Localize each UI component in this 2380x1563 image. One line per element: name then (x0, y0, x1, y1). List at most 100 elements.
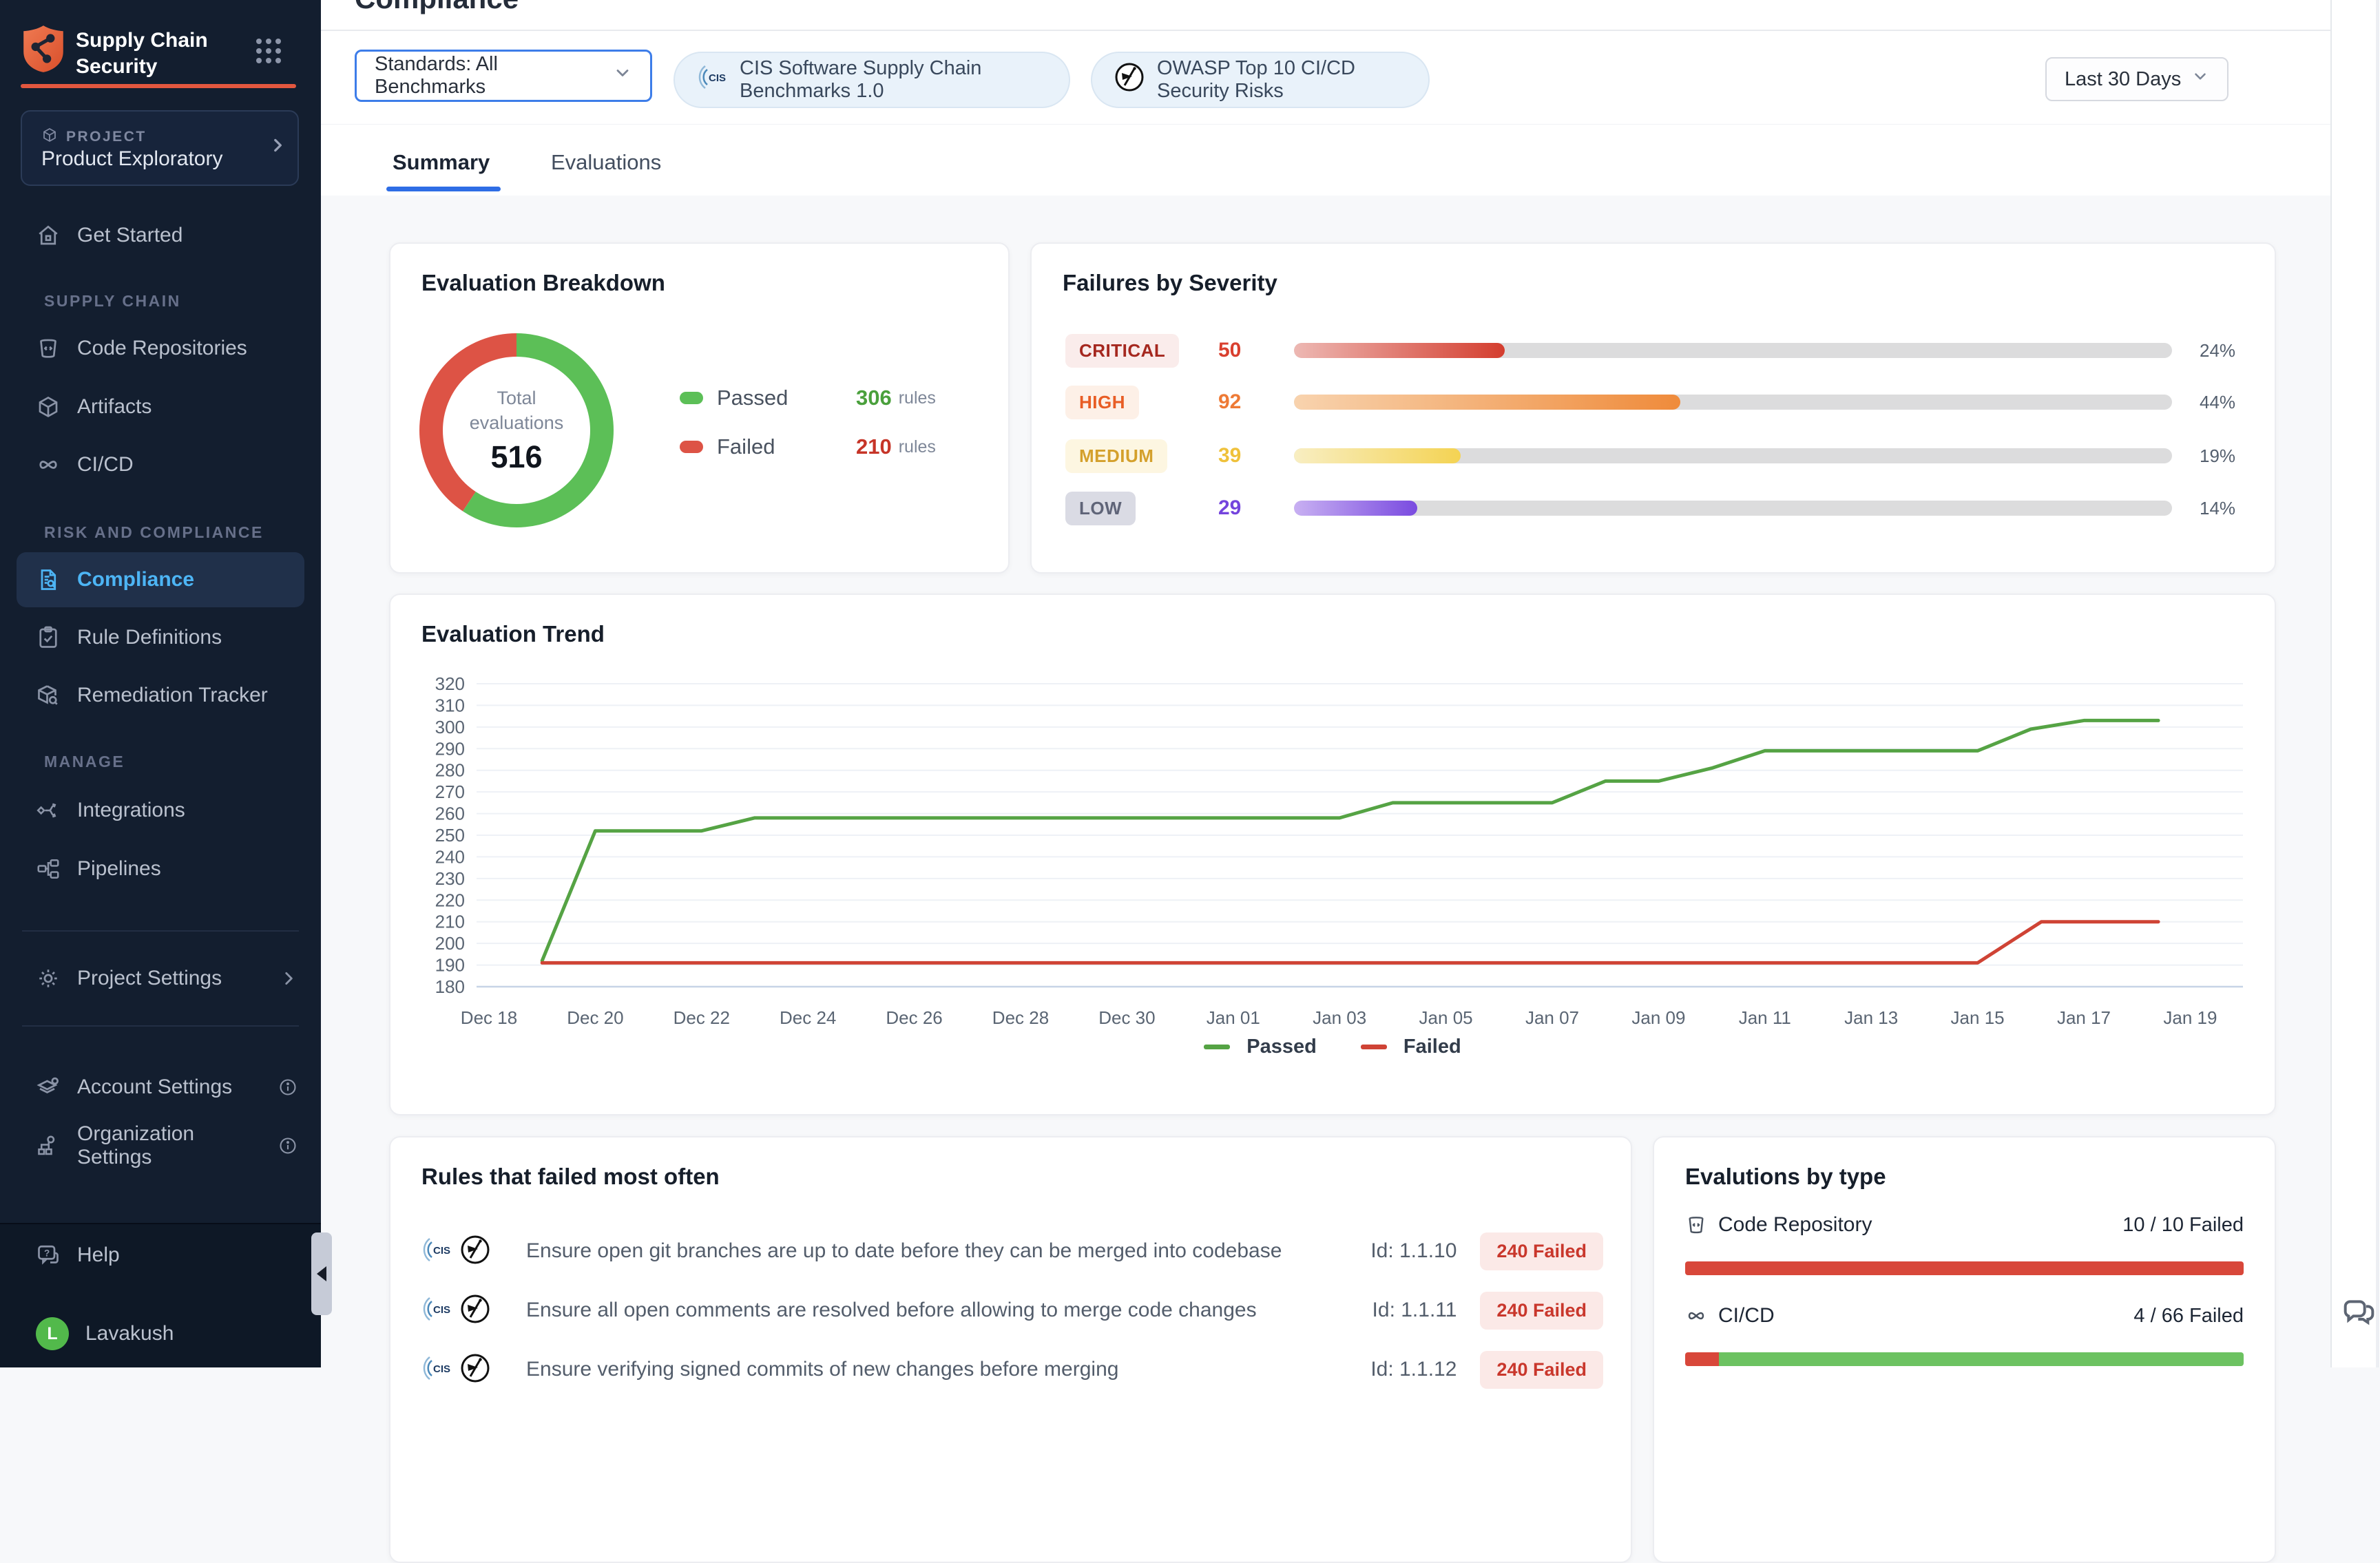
cis-logo-icon: CIS (420, 1233, 453, 1270)
svg-text:200: 200 (435, 933, 465, 954)
severity-percent: 14% (2200, 498, 2235, 519)
project-selector[interactable]: PROJECT Product Exploratory (21, 110, 299, 186)
rule-text: Ensure open git branches are up to date … (526, 1239, 1370, 1263)
sidebar-item-integrations[interactable]: Integrations (36, 786, 185, 835)
severity-percent: 44% (2200, 392, 2235, 413)
user-menu[interactable]: L Lavakush (36, 1310, 174, 1358)
svg-text:Jan 19: Jan 19 (2163, 1007, 2217, 1028)
severity-badge: HIGH (1065, 386, 1139, 419)
rule-failed-badge: 240 Failed (1480, 1351, 1603, 1389)
sidebar-item-pipelines[interactable]: Pipelines (36, 845, 161, 893)
svg-text:240: 240 (435, 846, 465, 867)
header-divider (321, 30, 2330, 31)
rule-text: Ensure verifying signed commits of new c… (526, 1358, 1370, 1381)
svg-text:?: ? (44, 1248, 50, 1259)
svg-text:280: 280 (435, 760, 465, 781)
failed-rules-card: Rules that failed most often CIS Ensure … (389, 1136, 1632, 1563)
passed-line-swatch (1204, 1045, 1230, 1049)
sidebar-item-get-started[interactable]: Get Started (36, 211, 182, 260)
chevron-down-icon (2191, 67, 2209, 91)
sidebar-item-rule-definitions[interactable]: Rule Definitions (36, 613, 222, 662)
svg-text:Jan 11: Jan 11 (1739, 1007, 1791, 1028)
type-bar-cicd (1685, 1352, 2244, 1366)
rule-list-item[interactable]: CIS Ensure verifying signed commits of n… (420, 1349, 1603, 1390)
svg-text:300: 300 (435, 717, 465, 737)
benchmark-chip-cis[interactable]: CIS CIS Software Supply Chain Benchmarks… (674, 52, 1070, 108)
severity-bar-fill (1294, 448, 1461, 463)
rule-failed-badge: 240 Failed (1480, 1232, 1603, 1270)
chevron-down-icon (613, 63, 632, 88)
severity-row-critical: CRITICAL 50 24% (1065, 334, 2244, 367)
sidebar-item-account-settings[interactable]: Account Settings (36, 1063, 298, 1111)
tab-evaluations[interactable]: Evaluations (551, 150, 661, 175)
info-icon[interactable] (278, 1136, 298, 1155)
sidebar-item-compliance[interactable]: Compliance (17, 552, 304, 607)
help-chat-icon: ? (36, 1243, 61, 1268)
svg-text:Jan 15: Jan 15 (1951, 1007, 2005, 1028)
severity-row-high: HIGH 92 44% (1065, 386, 2244, 419)
failed-swatch (680, 441, 703, 453)
sidebar-item-artifacts[interactable]: Artifacts (36, 383, 152, 431)
toolbar-divider (321, 124, 2330, 125)
info-icon[interactable] (278, 1078, 298, 1097)
type-row-cicd: CI/CD 4 / 66 Failed (1685, 1304, 2244, 1328)
apps-grid-icon[interactable] (253, 36, 284, 70)
severity-bar-fill (1294, 343, 1505, 358)
box-wrench-icon (36, 683, 61, 708)
rule-list-item[interactable]: CIS Ensure all open comments are resolve… (420, 1290, 1603, 1331)
sidebar-item-cicd[interactable]: CI/CD (36, 441, 134, 489)
app-name: Supply Chain Security (76, 28, 208, 80)
avatar: L (36, 1317, 69, 1350)
rule-list-item[interactable]: CIS Ensure open git branches are up to d… (420, 1230, 1603, 1272)
severity-bar-track (1294, 395, 2172, 410)
scrollbar[interactable] (2376, 0, 2379, 1367)
chat-support-icon[interactable] (2337, 1290, 2376, 1332)
active-tab-underline (386, 187, 501, 191)
org-gear-icon (36, 1133, 61, 1158)
sidebar-item-project-settings[interactable]: Project Settings (36, 954, 298, 1003)
standards-filter-dropdown[interactable]: Standards: All Benchmarks (355, 50, 652, 102)
sidebar-collapse-handle[interactable] (311, 1232, 332, 1315)
infinity-icon (36, 452, 61, 477)
svg-text:CIS: CIS (433, 1363, 450, 1375)
page-title: Compliance (355, 0, 519, 15)
severity-bar-track (1294, 448, 2172, 463)
card-title: Rules that failed most often (421, 1164, 720, 1190)
severity-percent: 24% (2200, 340, 2235, 361)
card-title: Evalutions by type (1685, 1164, 1886, 1190)
severity-row-low: LOW 29 14% (1065, 492, 2244, 525)
rule-id: Id: 1.1.12 (1370, 1358, 1457, 1381)
legend-passed: Passed 306 rules (680, 386, 936, 410)
sidebar-divider (22, 930, 299, 932)
cis-logo-icon: CIS (420, 1352, 453, 1388)
svg-text:290: 290 (435, 738, 465, 759)
svg-text:260: 260 (435, 804, 465, 824)
integrations-icon (36, 798, 61, 823)
total-evaluations-value: 516 (490, 439, 542, 475)
sidebar-item-code-repositories[interactable]: Code Repositories (36, 324, 247, 373)
home-icon (36, 223, 61, 248)
svg-text:Jan 05: Jan 05 (1419, 1007, 1473, 1028)
infinity-icon (1685, 1305, 1707, 1327)
rule-failed-badge: 240 Failed (1480, 1292, 1603, 1330)
sidebar-item-remediation-tracker[interactable]: Remediation Tracker (36, 671, 268, 720)
svg-text:Dec 30: Dec 30 (1098, 1007, 1155, 1028)
rule-id: Id: 1.1.11 (1372, 1299, 1457, 1322)
tab-summary[interactable]: Summary (393, 150, 490, 175)
benchmark-chip-owasp[interactable]: OWASP Top 10 CI/CD Security Risks (1091, 52, 1430, 108)
chevron-right-icon (280, 969, 298, 987)
severity-count: 29 (1218, 496, 1294, 520)
type-failed-value: 4 / 66 Failed (2133, 1305, 2244, 1328)
svg-text:Jan 07: Jan 07 (1525, 1007, 1579, 1028)
user-name: Lavakush (85, 1322, 174, 1345)
sidebar-item-help[interactable]: ? Help (36, 1231, 120, 1279)
box-icon (36, 395, 61, 419)
svg-text:Dec 22: Dec 22 (674, 1007, 730, 1028)
svg-text:Dec 28: Dec 28 (992, 1007, 1049, 1028)
svg-text:Jan 17: Jan 17 (2057, 1007, 2111, 1028)
svg-text:Jan 03: Jan 03 (1313, 1007, 1366, 1028)
svg-text:CIS: CIS (709, 72, 726, 84)
date-range-dropdown[interactable]: Last 30 Days (2045, 57, 2228, 101)
svg-text:210: 210 (435, 912, 465, 932)
sidebar-item-organization-settings[interactable]: Organization Settings (36, 1122, 298, 1170)
